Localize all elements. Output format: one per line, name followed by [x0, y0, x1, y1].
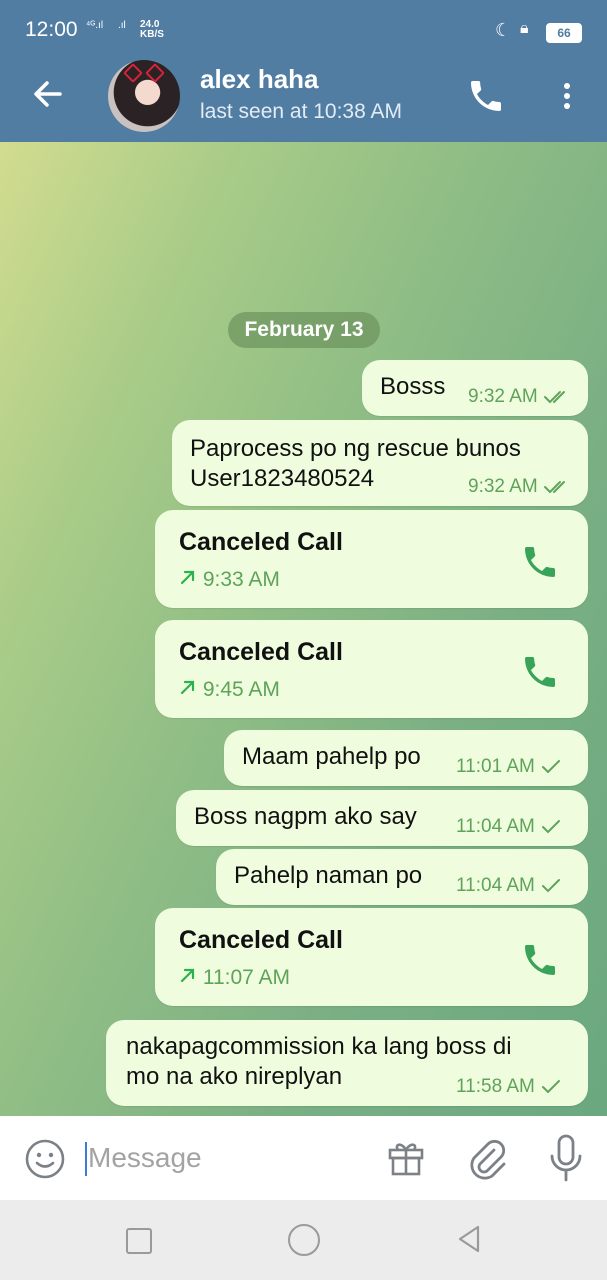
outgoing-arrow-icon [180, 680, 195, 695]
message-text: Bosss [380, 373, 446, 400]
status-time: 12:00 [25, 18, 78, 41]
do-not-disturb-icon: ☾ [495, 20, 512, 40]
microphone-icon[interactable] [546, 1132, 586, 1184]
message-text: Boss nagpm ako say [194, 803, 417, 830]
contact-avatar[interactable] [108, 60, 180, 132]
call-meta: 9:45 AM [179, 678, 280, 702]
call-time: 11:07 AM [202, 966, 291, 989]
status-bar: 12:00 ⁴ᴳ.ıl .ıl 24.0 KB/S ☾ 🔒︎ 66 [0, 0, 607, 60]
call-meta: 9:33 AM [179, 568, 280, 592]
gift-icon[interactable] [384, 1136, 428, 1180]
call-time: 9:33 AM [202, 568, 280, 591]
call-title: Canceled Call [179, 638, 343, 666]
message-bubble[interactable]: Maam pahelp po 11:01 AM [224, 730, 588, 786]
message-meta: 11:04 AM [456, 816, 562, 838]
system-back-icon[interactable] [452, 1222, 486, 1256]
network-signal-2: .ıl [118, 20, 126, 31]
home-button[interactable] [288, 1224, 320, 1256]
avatar-decoration [145, 63, 165, 83]
message-text-line-2: User1823480524 [190, 465, 375, 492]
message-time: 11:04 AM [456, 816, 535, 837]
double-check-icon [544, 480, 565, 494]
check-icon [542, 759, 561, 774]
message-text: Maam pahelp po [242, 743, 421, 770]
call-meta: 11:07 AM [179, 966, 290, 990]
chat-header: alex haha last seen at 10:38 AM [0, 60, 607, 142]
outgoing-arrow-icon [180, 968, 195, 983]
message-time: 11:04 AM [456, 875, 535, 896]
date-separator: February 13 [228, 312, 380, 348]
contact-name[interactable]: alex haha [200, 64, 319, 95]
last-seen-status: last seen at 10:38 AM [200, 100, 402, 123]
attach-icon[interactable] [464, 1134, 508, 1182]
check-icon [542, 819, 561, 834]
outgoing-arrow-icon [180, 570, 195, 585]
network-speed: 24.0 KB/S [140, 20, 164, 40]
call-bubble[interactable]: Canceled Call 11:07 AM [155, 908, 588, 1006]
phone-icon[interactable] [520, 940, 560, 980]
message-text-line-1: nakapagcommission ka lang boss di [126, 1033, 512, 1060]
recent-apps-button[interactable] [126, 1228, 152, 1254]
message-time: 9:32 AM [468, 476, 538, 497]
call-bubble[interactable]: Canceled Call 9:33 AM [155, 510, 588, 608]
double-check-icon [544, 390, 565, 404]
network-signal-1: ⁴ᴳ.ıl [86, 20, 104, 31]
message-bubble[interactable]: nakapagcommission ka lang boss di mo na … [106, 1020, 588, 1106]
message-time: 9:32 AM [468, 386, 538, 407]
message-input[interactable] [88, 1138, 368, 1178]
battery-indicator: 66 [546, 23, 582, 43]
check-icon [542, 1079, 561, 1094]
message-meta: 11:01 AM [456, 756, 562, 778]
phone-icon[interactable] [520, 542, 560, 582]
message-meta: 9:32 AM [468, 476, 571, 498]
lock-icon: 🔒︎ [520, 20, 529, 37]
message-composer [0, 1116, 607, 1200]
system-navigation-bar [0, 1200, 607, 1280]
message-meta: 11:58 AM [456, 1076, 562, 1098]
back-arrow-icon[interactable] [28, 74, 68, 114]
message-time: 11:01 AM [456, 756, 535, 777]
network-speed-unit: KB/S [140, 29, 164, 40]
message-text: Pahelp naman po [234, 862, 423, 889]
more-options-icon[interactable] [552, 76, 582, 116]
call-bubble[interactable]: Canceled Call 9:45 AM [155, 620, 588, 718]
message-meta: 11:04 AM [456, 875, 562, 897]
chat-area[interactable]: February 13 Bosss 9:32 AM Paprocess po n… [0, 142, 607, 1116]
message-text-line-1: Paprocess po ng rescue bunos [190, 435, 521, 462]
avatar-decoration [123, 63, 143, 83]
phone-icon[interactable] [466, 76, 506, 116]
phone-icon[interactable] [520, 652, 560, 692]
text-cursor [85, 1142, 87, 1176]
emoji-icon[interactable] [24, 1138, 66, 1180]
call-time: 9:45 AM [202, 678, 280, 701]
call-title: Canceled Call [179, 926, 343, 954]
message-bubble[interactable]: Pahelp naman po 11:04 AM [216, 849, 588, 905]
message-bubble[interactable]: Boss nagpm ako say 11:04 AM [176, 790, 588, 846]
message-text-line-2: mo na ako nireplyan [126, 1063, 343, 1090]
call-title: Canceled Call [179, 528, 343, 556]
check-icon [542, 878, 561, 893]
message-bubble[interactable]: Paprocess po ng rescue bunos User1823480… [172, 420, 588, 506]
message-bubble[interactable]: Bosss 9:32 AM [362, 360, 588, 416]
message-meta: 9:32 AM [468, 386, 571, 408]
message-time: 11:58 AM [456, 1076, 535, 1097]
